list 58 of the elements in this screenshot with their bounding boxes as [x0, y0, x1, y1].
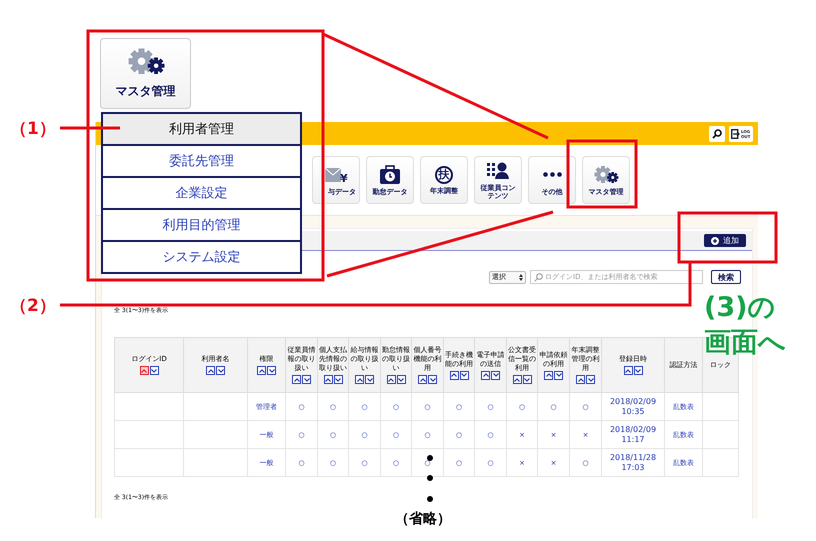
table-cell	[702, 420, 738, 448]
updown-icon	[519, 274, 523, 280]
table-cell	[702, 448, 738, 476]
briefcase-icon	[379, 164, 401, 184]
table-cell	[114, 448, 184, 476]
table-cell	[184, 420, 248, 448]
more-icon	[542, 172, 562, 176]
master-menu-button[interactable]: マスタ管理	[100, 38, 191, 109]
people-icon	[486, 160, 510, 180]
sort-up-icon[interactable]	[576, 375, 585, 384]
callout-label: （1）	[10, 118, 56, 140]
sort-down-icon[interactable]	[460, 370, 468, 380]
sort-up-icon[interactable]	[386, 375, 396, 384]
table-cell	[114, 420, 184, 448]
logout-icon	[731, 128, 740, 138]
ellipsis-dots	[427, 455, 433, 502]
search-icon[interactable]	[709, 126, 725, 142]
sort-down-icon[interactable]	[634, 366, 642, 375]
callout-note: (3)の	[704, 291, 776, 325]
table-cell: 2018/11/28 17:03	[602, 448, 664, 476]
sort-down-icon[interactable]	[150, 366, 158, 375]
table-cell: 2018/02/09 11:17	[602, 420, 664, 448]
plus-icon	[711, 236, 719, 244]
callout-note: 画面へ	[704, 326, 786, 360]
sort-up-icon[interactable]	[292, 375, 301, 384]
callout-label: （2）	[10, 295, 56, 317]
callout-frame	[566, 140, 638, 208]
sort-down-icon[interactable]	[586, 375, 595, 384]
table-cell	[184, 448, 248, 476]
sort-down-icon[interactable]	[334, 375, 342, 384]
sort-up-icon[interactable]	[544, 370, 553, 380]
sort-down-icon[interactable]	[428, 375, 437, 384]
sort-down-icon[interactable]	[365, 375, 374, 384]
sort-up-icon[interactable]	[355, 375, 364, 384]
sort-down-icon[interactable]	[267, 366, 276, 375]
sort-up-icon[interactable]	[512, 375, 522, 384]
sort-up-icon[interactable]	[624, 366, 632, 375]
sort-up-icon[interactable]	[140, 366, 148, 375]
sort-down-icon[interactable]	[216, 366, 225, 375]
sort-down-icon[interactable]	[491, 370, 500, 380]
sort-down-icon[interactable]	[302, 375, 311, 384]
sort-up-icon[interactable]	[257, 366, 266, 375]
leader-line	[60, 126, 120, 130]
gears-icon	[593, 164, 619, 184]
search-icon	[534, 272, 543, 282]
search-button[interactable]: 検索	[711, 270, 741, 284]
emblem-icon: 扶	[435, 166, 453, 184]
sort-down-icon[interactable]	[522, 375, 532, 384]
sort-up-icon[interactable]	[324, 375, 332, 384]
table-cell: 2018/02/09 10:35	[602, 392, 664, 420]
sort-up-icon[interactable]	[450, 370, 458, 380]
sort-down-icon[interactable]	[396, 375, 406, 384]
sort-up-icon[interactable]	[418, 375, 427, 384]
sort-up-icon[interactable]	[481, 370, 490, 380]
add-button[interactable]: 追加	[704, 234, 746, 247]
sort-up-icon[interactable]	[206, 366, 215, 375]
menu-item[interactable]: 利用者管理	[103, 114, 300, 144]
sort-down-icon[interactable]	[554, 370, 563, 380]
